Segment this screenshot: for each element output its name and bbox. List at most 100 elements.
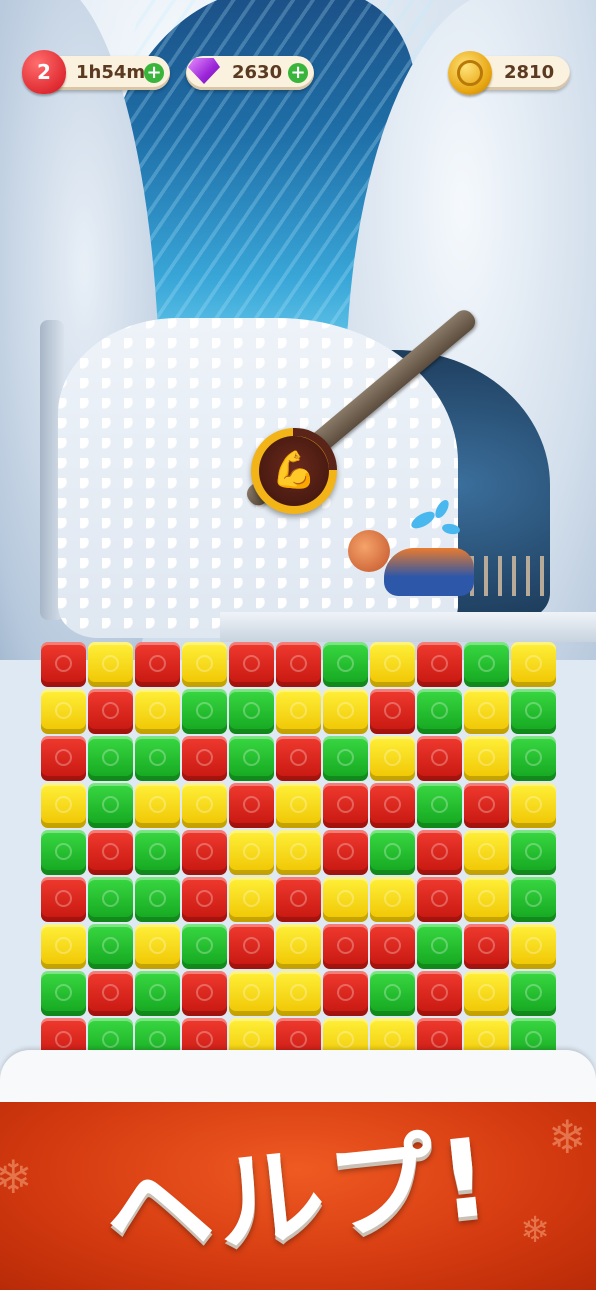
snow-cap — [0, 1050, 596, 1102]
tile-red[interactable] — [276, 877, 321, 922]
tile-red[interactable] — [135, 642, 180, 687]
tile-yellow[interactable] — [229, 971, 274, 1016]
tile-yellow[interactable] — [511, 642, 556, 687]
character-body — [384, 548, 474, 596]
tile-yellow[interactable] — [276, 830, 321, 875]
tile-yellow[interactable] — [41, 924, 86, 969]
tile-yellow[interactable] — [511, 783, 556, 828]
tile-red[interactable] — [182, 736, 227, 781]
tile-green[interactable] — [417, 924, 462, 969]
tile-red[interactable] — [417, 830, 462, 875]
tile-green[interactable] — [88, 877, 133, 922]
tile-green[interactable] — [88, 736, 133, 781]
tile-yellow[interactable] — [370, 642, 415, 687]
tile-red[interactable] — [182, 971, 227, 1016]
tile-red[interactable] — [229, 783, 274, 828]
tile-red[interactable] — [323, 971, 368, 1016]
tile-red[interactable] — [182, 877, 227, 922]
tile-green[interactable] — [417, 783, 462, 828]
tile-red[interactable] — [88, 689, 133, 734]
tile-yellow[interactable] — [370, 736, 415, 781]
strength-powerup-button[interactable]: 💪 — [251, 428, 337, 514]
tile-green[interactable] — [41, 971, 86, 1016]
tile-green[interactable] — [135, 877, 180, 922]
tile-green[interactable] — [135, 971, 180, 1016]
tile-green[interactable] — [511, 736, 556, 781]
tile-red[interactable] — [323, 830, 368, 875]
tile-yellow[interactable] — [41, 689, 86, 734]
game-scene: 💪 — [0, 0, 596, 660]
tile-red[interactable] — [182, 830, 227, 875]
tile-yellow[interactable] — [276, 783, 321, 828]
tile-green[interactable] — [182, 689, 227, 734]
tile-green[interactable] — [88, 783, 133, 828]
tile-red[interactable] — [88, 971, 133, 1016]
tile-yellow[interactable] — [41, 783, 86, 828]
tile-yellow[interactable] — [135, 924, 180, 969]
add-gems-button[interactable]: + — [288, 63, 308, 83]
tile-green[interactable] — [370, 830, 415, 875]
tile-green[interactable] — [88, 924, 133, 969]
tile-red[interactable] — [417, 877, 462, 922]
add-lives-button[interactable]: + — [144, 63, 164, 83]
tile-red[interactable] — [417, 736, 462, 781]
puzzle-board — [40, 641, 562, 1069]
tile-yellow[interactable] — [135, 783, 180, 828]
tile-yellow[interactable] — [464, 830, 509, 875]
lives-counter[interactable]: 2 1h54m + — [22, 50, 170, 94]
snow-ledge — [220, 612, 596, 642]
tile-yellow[interactable] — [135, 689, 180, 734]
tile-green[interactable] — [417, 689, 462, 734]
tile-red[interactable] — [370, 689, 415, 734]
tile-yellow[interactable] — [276, 924, 321, 969]
tile-yellow[interactable] — [276, 689, 321, 734]
tile-green[interactable] — [229, 736, 274, 781]
tile-red[interactable] — [41, 877, 86, 922]
tile-red[interactable] — [323, 783, 368, 828]
tile-green[interactable] — [229, 689, 274, 734]
tile-yellow[interactable] — [182, 783, 227, 828]
tile-green[interactable] — [511, 830, 556, 875]
tile-yellow[interactable] — [182, 642, 227, 687]
tile-red[interactable] — [323, 924, 368, 969]
tile-green[interactable] — [511, 971, 556, 1016]
tile-red[interactable] — [276, 736, 321, 781]
tile-yellow[interactable] — [276, 971, 321, 1016]
tile-red[interactable] — [370, 783, 415, 828]
tile-green[interactable] — [464, 642, 509, 687]
tile-red[interactable] — [229, 924, 274, 969]
tile-red[interactable] — [41, 736, 86, 781]
tile-yellow[interactable] — [464, 689, 509, 734]
gems-counter[interactable]: 2630 + — [186, 56, 314, 90]
tile-green[interactable] — [323, 642, 368, 687]
tile-red[interactable] — [88, 830, 133, 875]
tile-yellow[interactable] — [464, 971, 509, 1016]
tile-yellow[interactable] — [464, 736, 509, 781]
tile-red[interactable] — [370, 924, 415, 969]
tile-green[interactable] — [135, 736, 180, 781]
tile-green[interactable] — [135, 830, 180, 875]
tile-green[interactable] — [41, 830, 86, 875]
character-head — [348, 530, 390, 572]
tile-red[interactable] — [464, 783, 509, 828]
tile-yellow[interactable] — [323, 689, 368, 734]
tile-red[interactable] — [229, 642, 274, 687]
tile-yellow[interactable] — [229, 877, 274, 922]
tile-green[interactable] — [370, 971, 415, 1016]
tile-green[interactable] — [182, 924, 227, 969]
tile-red[interactable] — [464, 924, 509, 969]
tile-red[interactable] — [417, 971, 462, 1016]
tile-green[interactable] — [323, 736, 368, 781]
tile-yellow[interactable] — [229, 830, 274, 875]
coins-counter[interactable]: 2810 — [448, 51, 570, 95]
tile-yellow[interactable] — [323, 877, 368, 922]
tile-red[interactable] — [276, 642, 321, 687]
tile-green[interactable] — [511, 877, 556, 922]
tile-red[interactable] — [41, 642, 86, 687]
tile-yellow[interactable] — [370, 877, 415, 922]
tile-yellow[interactable] — [88, 642, 133, 687]
tile-yellow[interactable] — [511, 924, 556, 969]
tile-red[interactable] — [417, 642, 462, 687]
tile-green[interactable] — [511, 689, 556, 734]
tile-yellow[interactable] — [464, 877, 509, 922]
